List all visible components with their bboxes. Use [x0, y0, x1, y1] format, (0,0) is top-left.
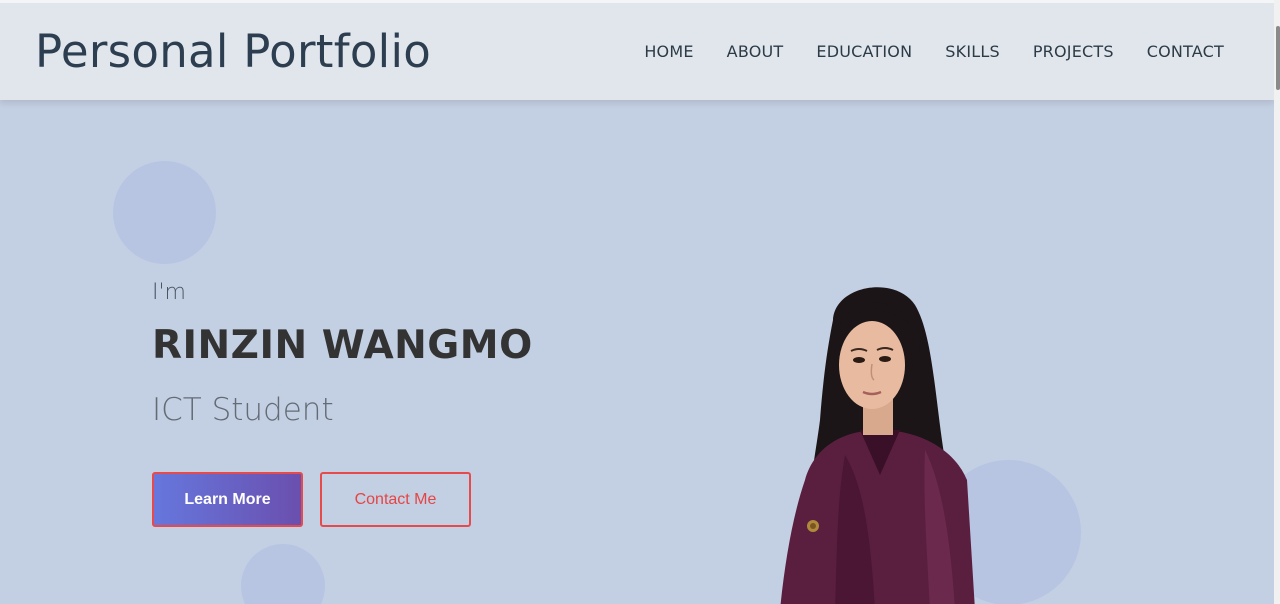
page-scrollbar[interactable]: [1274, 0, 1280, 604]
nav-about[interactable]: ABOUT: [727, 42, 784, 61]
nav-projects[interactable]: PROJECTS: [1033, 42, 1114, 61]
profile-photo: [780, 287, 975, 604]
top-rule: [0, 0, 1280, 3]
portfolio-page: Personal Portfolio HOME ABOUT EDUCATION …: [0, 0, 1280, 604]
learn-more-button[interactable]: Learn More: [152, 472, 303, 527]
scrollbar-thumb[interactable]: [1276, 26, 1280, 90]
decorative-circle: [241, 544, 325, 604]
decorative-circle: [113, 161, 216, 264]
site-header: Personal Portfolio HOME ABOUT EDUCATION …: [0, 3, 1274, 100]
hero-intro: I'm: [152, 280, 186, 305]
nav-home[interactable]: HOME: [644, 42, 693, 61]
hero-actions: Learn More Contact Me: [152, 472, 471, 527]
hero-role: ICT Student: [152, 392, 334, 428]
main-nav: HOME ABOUT EDUCATION SKILLS PROJECTS CON…: [611, 42, 1224, 61]
brand-title[interactable]: Personal Portfolio: [35, 25, 431, 78]
nav-skills[interactable]: SKILLS: [945, 42, 1000, 61]
hero-name: RINZIN WANGMO: [152, 323, 533, 368]
contact-me-button[interactable]: Contact Me: [320, 472, 471, 527]
hero-section: I'm RINZIN WANGMO ICT Student Learn More…: [152, 280, 712, 527]
nav-contact[interactable]: CONTACT: [1147, 42, 1224, 61]
nav-education[interactable]: EDUCATION: [816, 42, 912, 61]
